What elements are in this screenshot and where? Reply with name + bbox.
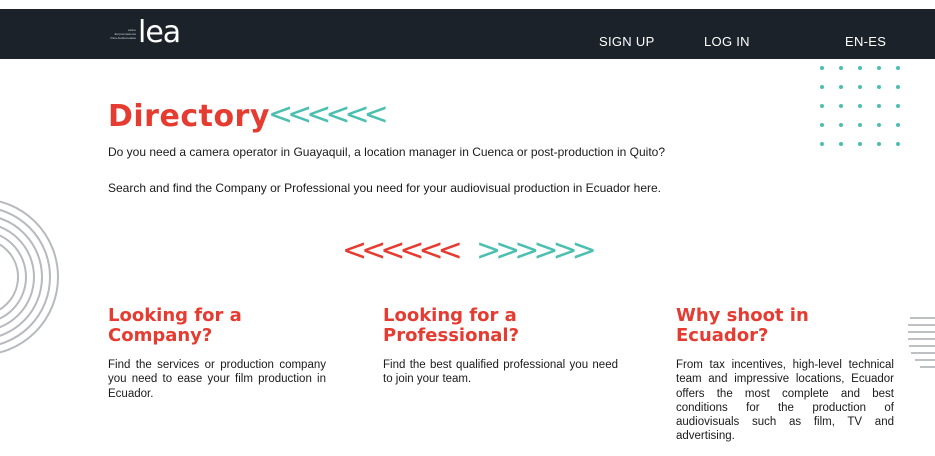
why-ecuador-card-text: From tax incentives, high-level technica…	[676, 359, 894, 443]
why-ecuador-card[interactable]: Why shoot in Ecuador? From tax incentive…	[676, 306, 894, 444]
company-card-text: Find the services or production company …	[108, 359, 326, 400]
professional-card-title[interactable]: Looking for a Professional?	[383, 306, 618, 346]
log-in-link[interactable]: LOG IN	[704, 34, 750, 49]
intro-search-text: Search and find the Company or Professio…	[108, 181, 662, 195]
page-title: Directory	[108, 99, 270, 134]
professional-card[interactable]: Looking for a Professional? Find the bes…	[383, 306, 618, 387]
why-ecuador-card-title[interactable]: Why shoot in Ecuador?	[676, 306, 894, 346]
logo-wordmark: lea	[138, 15, 181, 50]
intro-question: Do you need a camera operator in Guayaqu…	[108, 145, 665, 159]
concentric-rings-icon	[0, 200, 59, 354]
language-toggle[interactable]: EN-ES	[845, 34, 886, 49]
chevron-left-teal-icon: <<<<<<	[268, 97, 389, 132]
professional-card-text: Find the best qualified professional you…	[383, 359, 618, 386]
sign-up-link[interactable]: SIGN UP	[599, 34, 655, 49]
company-card-title[interactable]: Looking for a Company?	[108, 306, 326, 346]
company-card[interactable]: Looking for a Company? Find the services…	[108, 306, 326, 401]
logo-tagline: Latino Emprendedores Para Audiovisuales	[110, 28, 136, 40]
chevron-left-red-icon: <<<<<<	[342, 233, 463, 268]
lea-logo[interactable]: Latino Emprendedores Para Audiovisuales …	[108, 15, 188, 50]
teal-dot-pattern	[820, 66, 910, 150]
striped-circle-icon	[908, 317, 935, 368]
top-navigation-bar: Latino Emprendedores Para Audiovisuales …	[0, 9, 935, 59]
chevron-right-teal-icon: >>>>>>	[476, 233, 597, 268]
